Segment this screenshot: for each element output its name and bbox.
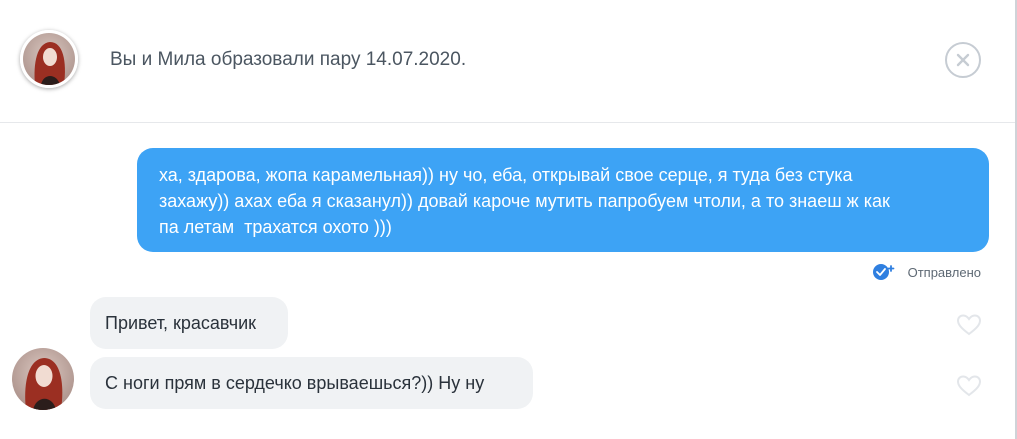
outgoing-message-bubble[interactable]: ха, здарова, жопа карамельная)) ну чо, е… (137, 148, 989, 252)
match-header: Вы и Мила образовали пару 14.07.2020. (0, 0, 1015, 123)
match-info-text: Вы и Мила образовали пару 14.07.2020. (110, 49, 467, 70)
sent-check-icon (872, 262, 898, 282)
avatar-photo-icon (23, 33, 75, 85)
sender-avatar[interactable] (12, 348, 74, 410)
close-icon[interactable] (945, 42, 981, 78)
heart-outline-icon[interactable] (956, 374, 982, 398)
match-avatar[interactable] (20, 30, 78, 88)
incoming-message-bubble[interactable]: Привет, красавчик (90, 297, 288, 349)
avatar-photo-icon (12, 348, 74, 410)
status-label: Отправлено (907, 264, 981, 280)
message-status: Отправлено (872, 262, 981, 282)
incoming-message-bubble[interactable]: С ноги прям в сердечко врываешься?)) Ну … (90, 357, 533, 409)
chat-window: Вы и Мила образовали пару 14.07.2020. ха… (0, 0, 1017, 439)
message-text-line: захажу)) ахах еба я сказанул)) довай кар… (159, 191, 890, 211)
message-text-line: па летам трахатся охото ))) (159, 217, 392, 237)
heart-outline-icon[interactable] (956, 313, 982, 337)
message-text-line: ха, здарова, жопа карамельная)) ну чо, е… (159, 165, 853, 185)
